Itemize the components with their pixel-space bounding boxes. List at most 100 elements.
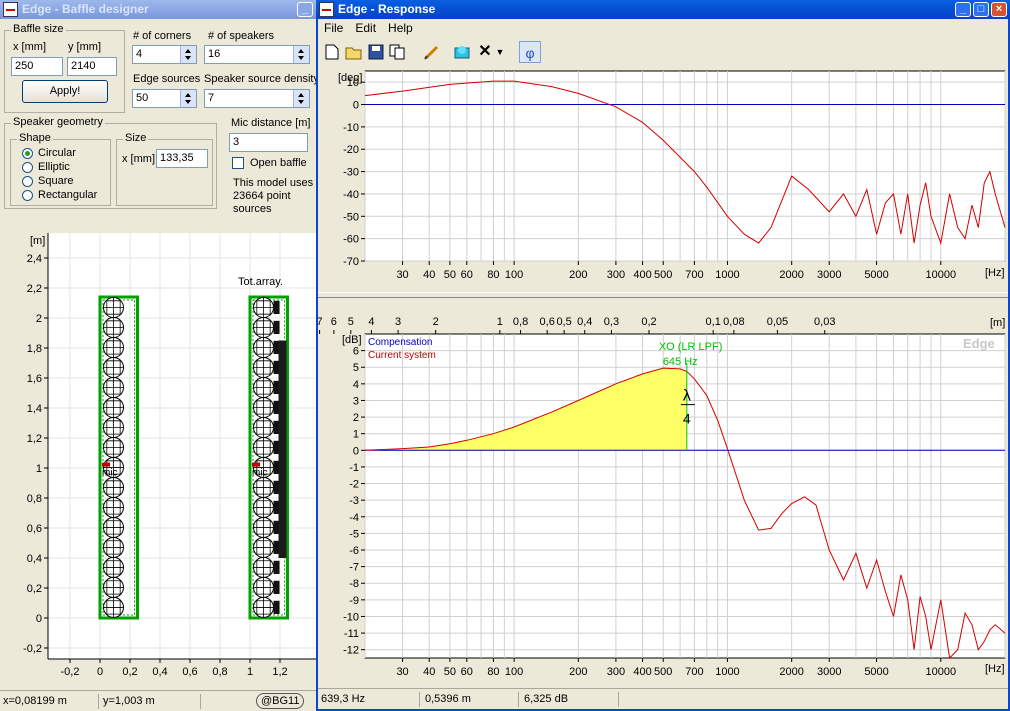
magnitude-y-tick-label: -6 bbox=[349, 545, 359, 557]
magnitude-plot-unit: [dB] bbox=[342, 334, 362, 346]
menu-help[interactable]: Help bbox=[382, 19, 419, 37]
radio-elliptic-label[interactable]: Elliptic bbox=[38, 161, 70, 173]
maximize-icon[interactable]: □ bbox=[973, 2, 989, 17]
baffle-y-tick-label: 0 bbox=[36, 613, 42, 625]
baffle-x-label: x [mm] bbox=[13, 41, 46, 53]
spin-arrows-icon[interactable] bbox=[180, 46, 196, 63]
open-baffle-label[interactable]: Open baffle bbox=[250, 157, 307, 169]
menu-bar: File Edit Help bbox=[318, 19, 419, 37]
magnitude-y-tick-label: -12 bbox=[343, 645, 359, 657]
apply-button[interactable]: Apply! bbox=[22, 80, 108, 103]
phase-x-tick-label: 30 bbox=[396, 269, 408, 281]
magnitude-y-tick-label: 2 bbox=[353, 412, 359, 424]
array-shadow bbox=[273, 560, 280, 574]
toolbar: ✕ ▼ φ bbox=[318, 38, 1008, 67]
response-window-titlebar[interactable]: Edge - Response _ □ × bbox=[316, 0, 1010, 19]
speaker-icon[interactable] bbox=[451, 41, 473, 63]
distance-axis-tick-label: 1 bbox=[497, 316, 503, 328]
status-x-coordinate: x=0,08199 m bbox=[3, 695, 67, 707]
phase-plot[interactable]: [deg] 100-10-20-30-40-50-60-70 30 40 50 60 8… bbox=[318, 68, 1008, 290]
model-info-line3: sources bbox=[233, 203, 272, 215]
dropdown-arrow-icon[interactable]: ▼ bbox=[494, 41, 506, 63]
baffle-y-tick-label: 2 bbox=[36, 313, 42, 325]
menu-edit[interactable]: Edit bbox=[349, 19, 382, 37]
phase-icon[interactable]: φ bbox=[519, 41, 541, 63]
baffle-layout-plot[interactable]: [m] 2,4 2,2 2 1,8 1,6 1,4 1,2 1 0,8 0,6 0,4 0,2 0 -0,… bbox=[0, 233, 316, 689]
status-level: 6,325 dB bbox=[524, 693, 569, 705]
edge-sources-stepper[interactable]: 50 bbox=[132, 89, 197, 108]
copy-icon[interactable] bbox=[387, 41, 409, 63]
minimize-icon[interactable]: _ bbox=[297, 2, 313, 17]
open-folder-icon[interactable] bbox=[343, 41, 365, 63]
radio-elliptic[interactable] bbox=[22, 162, 33, 173]
radio-circular-label[interactable]: Circular bbox=[38, 147, 76, 159]
delete-icon[interactable]: ✕ bbox=[474, 41, 496, 63]
radio-rectangular-label[interactable]: Rectangular bbox=[38, 189, 97, 201]
distance-axis-tick-label: 0,2 bbox=[641, 316, 656, 328]
magnitude-x-tick-label: 40 bbox=[423, 666, 435, 678]
magnitude-y-tick-label: -5 bbox=[349, 528, 359, 540]
magnitude-y-tick-label: -4 bbox=[349, 512, 359, 524]
spin-arrows-icon[interactable] bbox=[180, 90, 196, 107]
magnitude-plot[interactable]: [dB] [m] 10876543210,80,60,50,40,30,20,1… bbox=[318, 298, 1008, 690]
magnitude-x-tick-label: 300 bbox=[607, 666, 625, 678]
magnitude-y-tick-label: 1 bbox=[353, 429, 359, 441]
magnitude-x-tick-label: 100 bbox=[505, 666, 523, 678]
distance-axis-tick-label: 3 bbox=[395, 316, 401, 328]
magnitude-x-tick-label: 30 bbox=[396, 666, 408, 678]
baffle-y-tick-label: 1,6 bbox=[27, 373, 42, 385]
phase-x-tick-label: 3000 bbox=[817, 269, 841, 281]
speakers-stepper[interactable]: 16 bbox=[204, 45, 310, 64]
array-shadow bbox=[273, 580, 280, 594]
phase-y-tick-label: -10 bbox=[343, 122, 359, 134]
lambda-numerator: λ bbox=[683, 387, 691, 404]
corners-stepper[interactable]: 4 bbox=[132, 45, 197, 64]
radio-square[interactable] bbox=[22, 176, 33, 187]
magnitude-y-tick-label: -9 bbox=[349, 595, 359, 607]
menu-file[interactable]: File bbox=[318, 19, 349, 37]
open-baffle-checkbox[interactable] bbox=[232, 157, 244, 169]
magnitude-x-tick-label: 400 bbox=[633, 666, 651, 678]
phase-x-tick-label: 1000 bbox=[715, 269, 739, 281]
magnitude-y-tick-label: -11 bbox=[344, 628, 359, 640]
magnitude-x-tick-label: 200 bbox=[569, 666, 587, 678]
magnitude-y-tick-label: -7 bbox=[349, 562, 359, 574]
baffle-x-tick-label: 0,6 bbox=[182, 666, 197, 678]
size-x-input[interactable]: 133,35 bbox=[156, 149, 208, 168]
save-icon[interactable] bbox=[365, 41, 387, 63]
baffle-x-tick-label: 1 bbox=[247, 666, 253, 678]
distance-axis-tick-label: 0,08 bbox=[723, 316, 744, 328]
baffle-y-input[interactable]: 2140 bbox=[67, 57, 117, 76]
app-icon bbox=[3, 2, 18, 17]
baffle-window-titlebar[interactable]: Edge - Baffle designer _ bbox=[0, 0, 316, 19]
speaker-density-value: 7 bbox=[208, 92, 215, 104]
response-statusbar: 639,3 Hz 0,5396 m 6,325 dB bbox=[318, 688, 1008, 709]
minimize-icon[interactable]: _ bbox=[955, 2, 971, 17]
baffle-x-tick-label: 0,2 bbox=[122, 666, 137, 678]
app-icon bbox=[319, 2, 334, 17]
speakers-label: # of speakers bbox=[208, 30, 275, 42]
status-separator bbox=[200, 694, 201, 709]
phase-x-tick-label: 700 bbox=[685, 269, 703, 281]
baffle-x-input[interactable]: 250 bbox=[11, 57, 63, 76]
status-y-coordinate: y=1,003 m bbox=[103, 695, 155, 707]
radio-square-label[interactable]: Square bbox=[38, 175, 73, 187]
mic-distance-label: Mic distance [m] bbox=[231, 117, 311, 129]
mic-distance-input[interactable]: 3 bbox=[229, 133, 308, 152]
close-icon[interactable]: × bbox=[991, 2, 1007, 17]
radio-rectangular[interactable] bbox=[22, 190, 33, 201]
mic-label: mic bbox=[252, 468, 268, 479]
phase-y-tick-label: -70 bbox=[343, 256, 359, 268]
pencil-icon[interactable] bbox=[421, 41, 443, 63]
speaker-geometry-title: Speaker geometry bbox=[11, 116, 105, 128]
spin-arrows-icon[interactable] bbox=[293, 90, 309, 107]
distance-axis-tick-label: 4 bbox=[368, 316, 374, 328]
radio-circular[interactable] bbox=[22, 148, 33, 159]
magnitude-x-tick-label: 50 bbox=[444, 666, 456, 678]
new-file-icon[interactable] bbox=[321, 41, 343, 63]
magnitude-y-tick-label: 3 bbox=[353, 395, 359, 407]
phase-x-tick-label: 60 bbox=[461, 269, 473, 281]
speaker-density-stepper[interactable]: 7 bbox=[204, 89, 310, 108]
model-info-line1: This model uses bbox=[233, 177, 314, 189]
spin-arrows-icon[interactable] bbox=[293, 46, 309, 63]
